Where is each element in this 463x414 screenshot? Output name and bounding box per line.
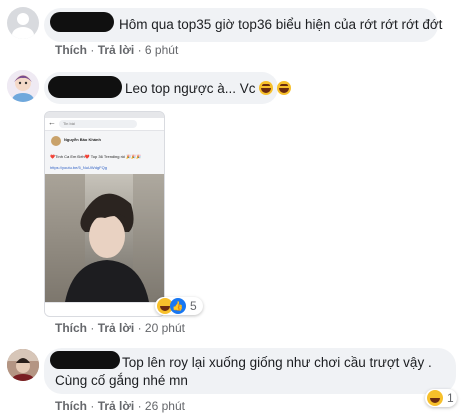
screenshot-author-avatar	[51, 136, 61, 146]
back-arrow-icon: ←	[48, 118, 56, 127]
default-avatar-icon	[12, 13, 34, 39]
like-link[interactable]: Thích	[55, 43, 87, 57]
like-link[interactable]: Thích	[55, 321, 87, 335]
timestamp[interactable]: 20 phút	[145, 321, 185, 335]
separator: ·	[137, 321, 142, 335]
comment-text: Hôm qua top35 giờ top36 biểu hiện của rớ…	[119, 17, 443, 32]
screenshot-search-text: Tin bài	[63, 121, 75, 126]
commenter-avatar[interactable]	[7, 7, 39, 39]
separator: ·	[90, 321, 95, 335]
comment-text: Leo top ngược à... Vc	[125, 80, 291, 98]
redacted-author-name	[48, 76, 122, 98]
reaction-summary[interactable]: 👍 5	[155, 297, 203, 315]
reaction-count: 5	[190, 299, 197, 313]
screenshot-author-name: Nguyễn Bảo Khánh	[64, 137, 101, 142]
portrait-photo-icon	[45, 174, 164, 302]
screenshot-post-text: ❤️Tình Ca Em Đến❤️ Top 36 Trending rồi 🎉…	[50, 154, 142, 159]
comment-text-line: Top lên roy lại xuống giống như chơi cầu…	[122, 355, 432, 370]
commenter-avatar[interactable]	[7, 349, 39, 381]
screenshot-app-bar: ← Tin bài	[45, 118, 164, 131]
separator: ·	[90, 399, 95, 413]
redacted-author-name	[50, 12, 114, 32]
like-reaction-icon: 👍	[170, 298, 186, 314]
timestamp[interactable]: 26 phút	[145, 399, 185, 413]
haha-reaction-icon	[427, 390, 443, 406]
reply-link[interactable]: Trả lời	[98, 43, 135, 57]
separator: ·	[137, 399, 142, 413]
comment-actions: Thích · Trả lời · 6 phút	[55, 43, 178, 57]
screenshot-search-box: Tin bài	[59, 120, 137, 128]
commenter-avatar[interactable]	[7, 70, 39, 102]
screenshot-reaction-bar	[45, 302, 164, 316]
comment-actions: Thích · Trả lời · 26 phút	[55, 399, 185, 413]
separator: ·	[90, 43, 95, 57]
comment-text-content: Leo top ngược à... Vc	[125, 81, 256, 96]
photo-avatar-icon	[7, 349, 39, 381]
cartoon-avatar-icon	[7, 70, 39, 102]
screenshot-photo	[45, 174, 164, 302]
attached-screenshot-image[interactable]: ← Tin bài Nguyễn Bảo Khánh ❤️Tình Ca Em …	[44, 111, 165, 317]
comment-actions: Thích · Trả lời · 20 phút	[55, 321, 185, 335]
reaction-count: 1	[447, 391, 454, 405]
laughing-emoji-icon	[277, 81, 291, 95]
like-link[interactable]: Thích	[55, 399, 87, 413]
redacted-author-name	[50, 351, 120, 369]
reply-link[interactable]: Trả lời	[98, 399, 135, 413]
reply-link[interactable]: Trả lời	[98, 321, 135, 335]
reaction-summary[interactable]: 1	[425, 389, 457, 407]
laughing-emoji-icon	[259, 81, 274, 95]
comment-text-line: Cùng cố gắng nhé mn	[55, 373, 188, 388]
separator: ·	[137, 43, 142, 57]
screenshot-link: https://youtu.be/5_NuUWdgFQg	[50, 165, 107, 170]
timestamp[interactable]: 6 phút	[145, 43, 178, 57]
